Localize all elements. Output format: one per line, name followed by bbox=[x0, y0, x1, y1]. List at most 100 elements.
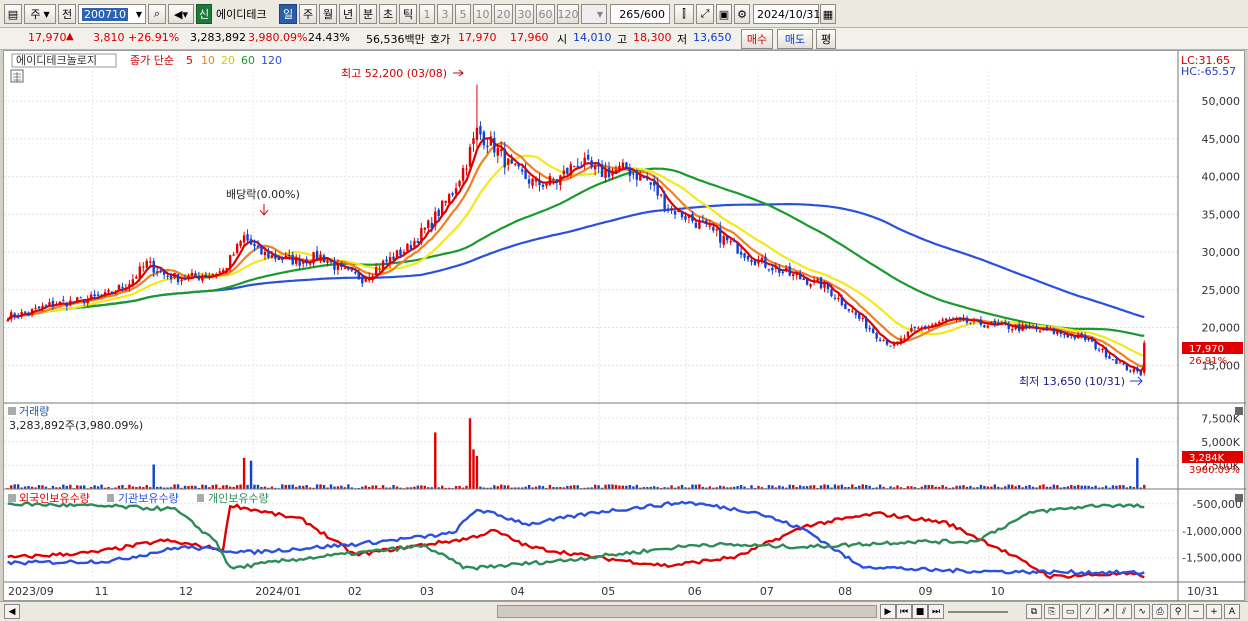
trend-tool-icon[interactable]: ↗ bbox=[1098, 604, 1114, 619]
stop-icon[interactable]: ■ bbox=[912, 604, 928, 619]
scroll-left-icon[interactable]: ◀ bbox=[4, 604, 20, 619]
volume-bar bbox=[851, 484, 854, 489]
gear-icon[interactable]: ⚙ bbox=[734, 4, 750, 24]
stock-code-input[interactable]: 200710 ▼ bbox=[78, 4, 146, 24]
candle-body bbox=[719, 227, 722, 243]
candle-body bbox=[173, 272, 176, 279]
volume-bar bbox=[235, 485, 239, 489]
volume-bar bbox=[128, 484, 131, 489]
candle-body bbox=[1042, 327, 1045, 331]
volume-close-icon[interactable] bbox=[1235, 407, 1243, 415]
volume-bar bbox=[739, 485, 743, 489]
window-menu-icon[interactable]: ▤ bbox=[4, 4, 22, 24]
period-week[interactable]: 주 bbox=[299, 4, 317, 24]
volume-bar bbox=[548, 484, 552, 489]
candle-body bbox=[399, 249, 402, 256]
ma5-line bbox=[6, 137, 1146, 373]
candle-body bbox=[232, 254, 235, 256]
data-count-input[interactable]: 265/600 bbox=[610, 4, 670, 24]
candle-body bbox=[1083, 335, 1087, 340]
hc-value: HC:-65.57 bbox=[1181, 65, 1236, 78]
market-select[interactable]: 주 ▼ bbox=[24, 4, 56, 24]
channel-tool-icon[interactable]: ⫽ bbox=[1116, 604, 1132, 619]
candle-body bbox=[145, 260, 148, 268]
candle-body bbox=[100, 294, 103, 296]
zoom-in-icon[interactable]: + bbox=[1206, 604, 1222, 619]
date-input[interactable]: 2024/10/31 bbox=[753, 4, 820, 24]
candle-body bbox=[211, 273, 214, 276]
volume-bar bbox=[201, 484, 204, 489]
candle-body bbox=[350, 268, 354, 271]
print-icon[interactable]: ⎙ bbox=[1152, 604, 1168, 619]
candle-body bbox=[48, 302, 51, 305]
wave-tool-icon[interactable]: ∿ bbox=[1134, 604, 1150, 619]
candle-body bbox=[267, 250, 270, 258]
holder-close-icon[interactable] bbox=[1235, 494, 1243, 502]
candle-body bbox=[308, 263, 312, 265]
minute-10[interactable]: 10 bbox=[473, 4, 492, 24]
minute-120[interactable]: 120 bbox=[557, 4, 579, 24]
save-icon[interactable]: ▣ bbox=[716, 4, 732, 24]
layout-icon[interactable]: ▭ bbox=[1062, 604, 1078, 619]
zoom-out-icon[interactable]: − bbox=[1188, 604, 1204, 619]
minute-3[interactable]: 3 bbox=[437, 4, 453, 24]
zoom-search-icon[interactable]: ⚲ bbox=[1170, 604, 1186, 619]
sell-button[interactable]: 매도 bbox=[777, 29, 813, 49]
volume-bar bbox=[1010, 484, 1014, 489]
volume-bar bbox=[239, 484, 242, 489]
period-minute[interactable]: 분 bbox=[359, 4, 377, 24]
volume-bar bbox=[767, 485, 771, 489]
candle-body bbox=[1066, 334, 1069, 338]
scroll-right-icon[interactable]: ▶ bbox=[880, 604, 896, 619]
period-month[interactable]: 월 bbox=[319, 4, 337, 24]
candle-body bbox=[114, 291, 117, 294]
candle-body bbox=[451, 193, 454, 196]
search-icon[interactable]: ⌕ bbox=[148, 4, 166, 24]
chart-scrollbar[interactable]: ◀ ▶ ⏮ ■ ⏭ ⧉ ⎘ ▭ ⁄ ↗ ⫽ ∿ ⎙ ⚲ − + A bbox=[0, 601, 1248, 621]
period-day[interactable]: 일 bbox=[279, 4, 297, 24]
candle-type-icon[interactable]: ⫿ bbox=[674, 4, 694, 24]
copy-icon[interactable]: ⎘ bbox=[1044, 604, 1060, 619]
volume-bar bbox=[1122, 485, 1125, 489]
auto-scale-icon[interactable]: A bbox=[1224, 604, 1240, 619]
volume-summary: 3,283,892주(3,980.09%) bbox=[9, 419, 143, 432]
last-page-icon[interactable]: ⏭ bbox=[928, 604, 944, 619]
candle-body bbox=[10, 312, 13, 320]
line-tool-icon[interactable]: ⁄ bbox=[1080, 604, 1096, 619]
calendar-icon[interactable]: ▦ bbox=[820, 4, 836, 24]
scroll-thumb[interactable] bbox=[497, 605, 877, 618]
minute-20[interactable]: 20 bbox=[494, 4, 513, 24]
volume-bar bbox=[246, 484, 249, 489]
volume-bar bbox=[607, 484, 611, 489]
minute-5[interactable]: 5 bbox=[455, 4, 471, 24]
period-second[interactable]: 초 bbox=[379, 4, 397, 24]
candle-body bbox=[1097, 349, 1101, 351]
volume-bar bbox=[305, 485, 308, 489]
stock-chart[interactable]: 15,000 20,000 25,000 30,000 35,000 40,000 45,0… bbox=[3, 50, 1246, 601]
volume-panel-icon[interactable] bbox=[8, 407, 16, 415]
first-page-icon[interactable]: ⏮ bbox=[896, 604, 912, 619]
buy-button[interactable]: 매수 bbox=[741, 29, 773, 49]
draw-tool-icon[interactable]: ⤢ bbox=[696, 4, 714, 24]
minute-60[interactable]: 60 bbox=[536, 4, 555, 24]
minute-30[interactable]: 30 bbox=[515, 4, 534, 24]
volume-bar bbox=[614, 484, 618, 489]
scope-button[interactable]: 전 bbox=[58, 4, 76, 24]
volume-bar bbox=[145, 485, 148, 489]
period-year[interactable]: 년 bbox=[339, 4, 357, 24]
custom-period-select[interactable]: ▼ bbox=[581, 4, 607, 24]
candle-body bbox=[406, 243, 409, 252]
holder-panel-icon[interactable] bbox=[8, 494, 16, 502]
candle-body bbox=[833, 297, 837, 299]
zoom-slider[interactable] bbox=[948, 611, 1008, 613]
view-tool-icon[interactable]: ⧉ bbox=[1026, 604, 1042, 619]
evaluate-button[interactable]: 평 bbox=[816, 29, 836, 49]
candle-body bbox=[607, 168, 611, 178]
holder-legend-individual: 개인보유수량 bbox=[208, 492, 269, 505]
speaker-icon[interactable]: ◀▾ bbox=[168, 4, 194, 24]
minute-1[interactable]: 1 bbox=[419, 4, 435, 24]
price-tick-label: 35,000 bbox=[1202, 208, 1241, 221]
candle-body bbox=[69, 300, 72, 306]
candle-body bbox=[816, 279, 819, 282]
period-tick[interactable]: 틱 bbox=[399, 4, 417, 24]
